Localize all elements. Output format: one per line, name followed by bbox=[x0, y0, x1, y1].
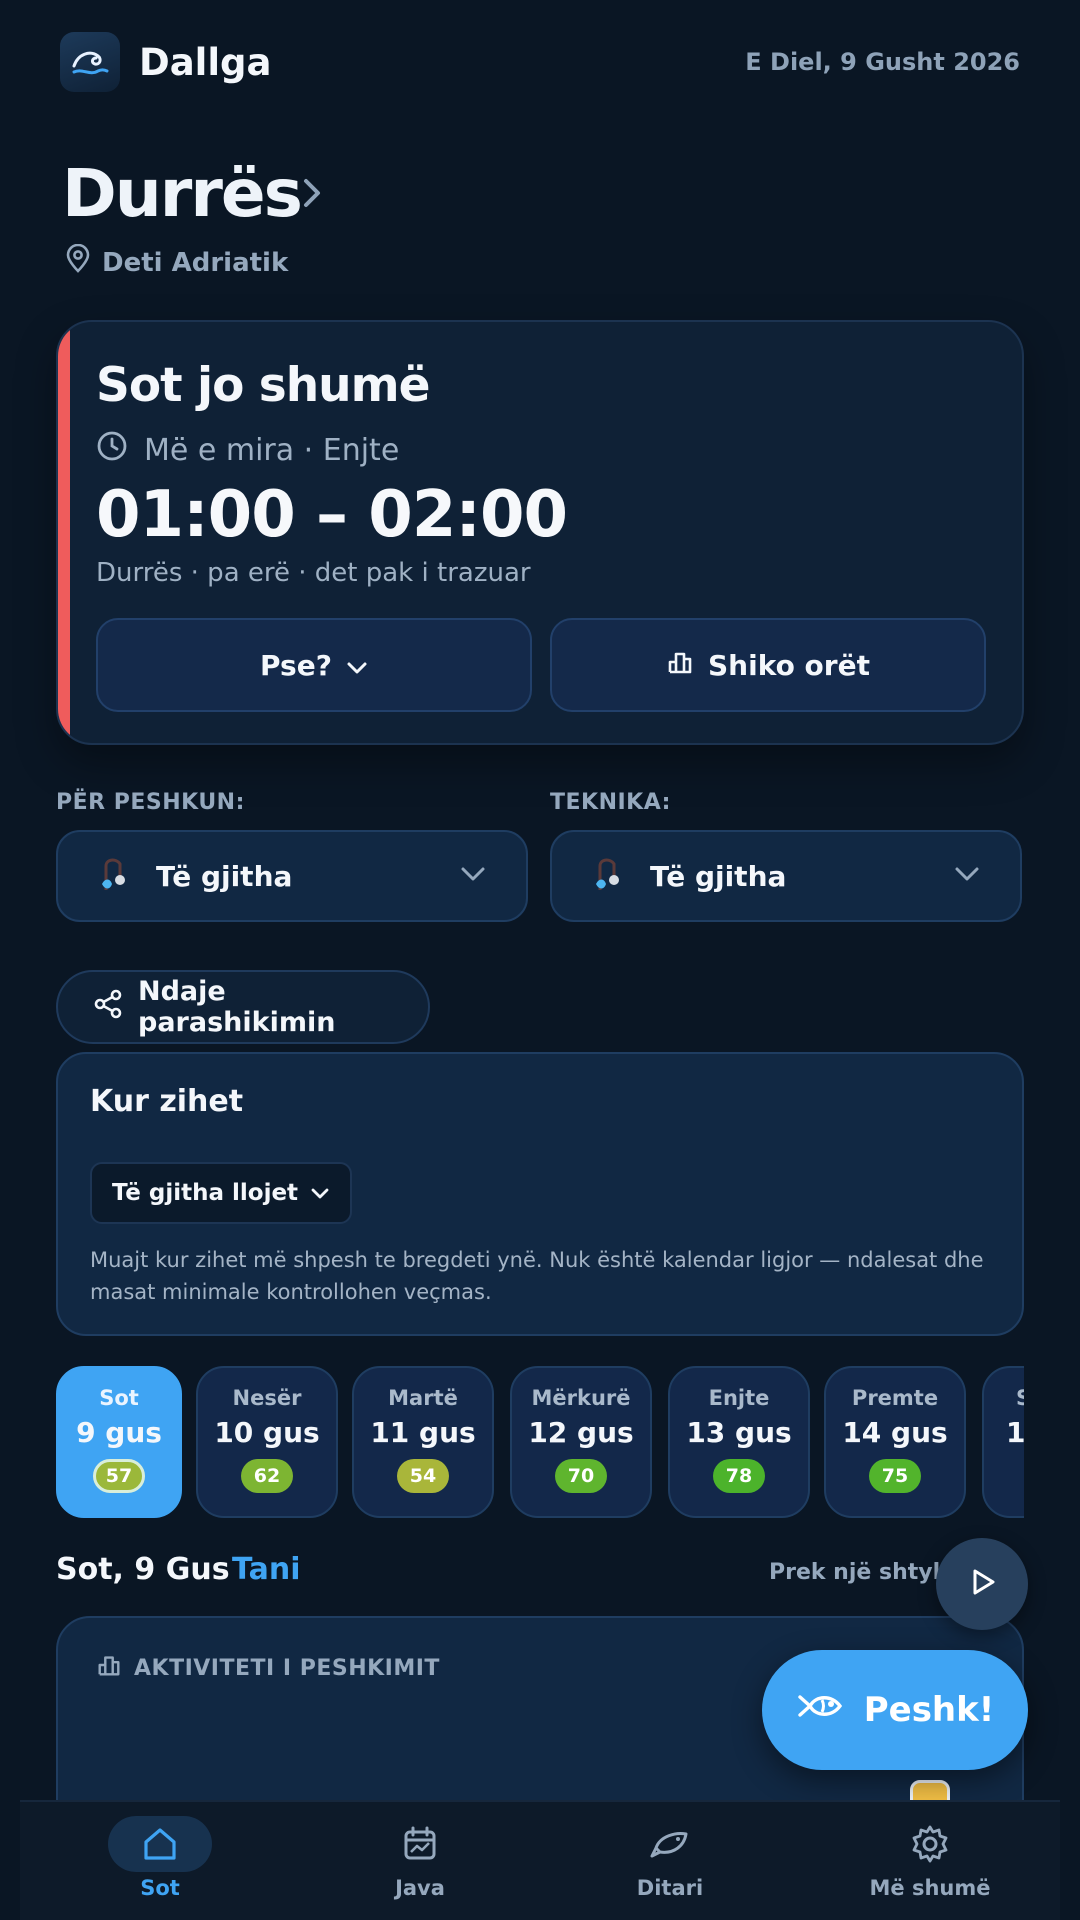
why-button[interactable]: Pse? bbox=[96, 618, 532, 712]
fish-filter-select[interactable]: Të gjitha bbox=[56, 830, 528, 922]
play-button[interactable] bbox=[936, 1538, 1028, 1630]
calendar-icon bbox=[368, 1816, 472, 1872]
nav-item-journal[interactable]: Ditari bbox=[560, 1802, 780, 1920]
technique-filter-select[interactable]: Të gjitha bbox=[550, 830, 1022, 922]
nav-item-week[interactable]: Java bbox=[310, 1802, 530, 1920]
day-score-badge: 54 bbox=[397, 1459, 449, 1493]
forecast-accent-bar bbox=[58, 322, 70, 743]
days-strip: Sot 9 gus 57 Nesër 10 gus 62 Martë 11 gu… bbox=[56, 1366, 1024, 1520]
day-date: 1 bbox=[1006, 1416, 1024, 1449]
season-card: Kur zihet Të gjitha llojet Muajt kur zih… bbox=[56, 1052, 1024, 1336]
day-date: 13 gus bbox=[686, 1416, 792, 1449]
fish-filter-value: Të gjitha bbox=[156, 859, 293, 893]
nav-label: Më shumë bbox=[869, 1876, 991, 1900]
fish-filter-label: PËR PESHKUN: bbox=[56, 790, 245, 815]
day-date: 12 gus bbox=[528, 1416, 634, 1449]
day-name: Martë bbox=[388, 1386, 458, 1410]
season-description: Muajt kur zihet më shpesh te bregdeti yn… bbox=[90, 1248, 984, 1304]
activity-title-row: AKTIVITETI I PESHKIMIT bbox=[96, 1652, 440, 1684]
bottom-navigation: Sot Java Ditari Më shumë bbox=[20, 1800, 1060, 1920]
day-name: Mërkurë bbox=[531, 1386, 631, 1410]
day-date: 10 gus bbox=[214, 1416, 320, 1449]
day-name: Sot bbox=[99, 1386, 139, 1410]
fish-icon bbox=[796, 1689, 846, 1732]
day-card[interactable]: S 1 bbox=[982, 1366, 1024, 1518]
fish-icon bbox=[618, 1816, 722, 1872]
nav-item-more[interactable]: Më shumë bbox=[820, 1802, 1040, 1920]
fab-label: Peshk! bbox=[863, 1690, 995, 1730]
day-name: Nesër bbox=[232, 1386, 302, 1410]
location-subtitle: Deti Adriatik bbox=[64, 243, 289, 281]
chevron-down-icon bbox=[310, 1180, 330, 1206]
day-score-badge: 75 bbox=[869, 1459, 921, 1493]
day-name: Enjte bbox=[708, 1386, 770, 1410]
day-score-badge: 57 bbox=[93, 1459, 145, 1493]
day-name: Premte bbox=[851, 1386, 939, 1410]
day-card[interactable]: Martë 11 gus 54 bbox=[352, 1366, 494, 1518]
day-score-badge: 70 bbox=[555, 1459, 607, 1493]
view-hours-button[interactable]: Shiko orët bbox=[550, 618, 986, 712]
species-dropdown[interactable]: Të gjitha llojet bbox=[90, 1162, 352, 1224]
current-date: E Diel, 9 Gusht 2026 bbox=[745, 48, 1020, 76]
chevron-right-icon[interactable] bbox=[300, 176, 326, 214]
species-dropdown-label: Të gjitha llojet bbox=[111, 1180, 299, 1206]
home-icon bbox=[108, 1816, 212, 1872]
fishing-rod-icon bbox=[592, 854, 626, 898]
share-forecast-button[interactable]: Ndaje parashikimin bbox=[56, 970, 430, 1044]
day-card[interactable]: Premte 14 gus 75 bbox=[824, 1366, 966, 1518]
day-card[interactable]: Enjte 13 gus 78 bbox=[668, 1366, 810, 1518]
day-card-today[interactable]: Sot 9 gus 57 bbox=[56, 1366, 182, 1518]
bar-chart-icon bbox=[666, 648, 694, 683]
activity-title: AKTIVITETI I PESHKIMIT bbox=[134, 1655, 440, 1681]
forecast-conditions: Durrës · pa erë · det pak i trazuar bbox=[96, 558, 531, 588]
location-sea-label: Deti Adriatik bbox=[102, 247, 289, 278]
app-logo-icon bbox=[60, 32, 120, 92]
nav-label: Sot bbox=[140, 1876, 180, 1900]
day-date: 11 gus bbox=[370, 1416, 476, 1449]
forecast-title: Sot jo shumë bbox=[96, 358, 430, 413]
chevron-down-icon bbox=[954, 866, 980, 886]
best-time-row: Më e mira · Enjte bbox=[96, 430, 399, 470]
view-hours-label: Shiko orët bbox=[708, 648, 870, 682]
day-score-badge: 78 bbox=[713, 1459, 765, 1493]
now-link[interactable]: Tani bbox=[232, 1552, 300, 1587]
clock-icon bbox=[96, 430, 128, 470]
best-time-range: 01:00 – 02:00 bbox=[96, 478, 568, 552]
play-icon bbox=[965, 1565, 999, 1603]
log-catch-fab[interactable]: Peshk! bbox=[762, 1650, 1028, 1770]
technique-filter-value: Të gjitha bbox=[650, 859, 787, 893]
share-label: Ndaje parashikimin bbox=[138, 976, 336, 1038]
chevron-down-icon bbox=[346, 649, 368, 682]
location-pin-icon bbox=[64, 243, 92, 281]
nav-item-today[interactable]: Sot bbox=[50, 1802, 270, 1920]
app-name: Dallga bbox=[139, 41, 272, 84]
season-title: Kur zihet bbox=[90, 1084, 244, 1119]
location-title[interactable]: Durrës bbox=[62, 152, 303, 236]
best-time-label: Më e mira · Enjte bbox=[144, 432, 400, 468]
technique-filter-label: TEKNIKA: bbox=[550, 790, 671, 815]
tap-bar-hint: Prek një shtyllë bbox=[769, 1560, 963, 1585]
gear-icon bbox=[878, 1816, 982, 1872]
share-icon bbox=[92, 988, 124, 1027]
chevron-down-icon bbox=[460, 866, 486, 886]
nav-label: Java bbox=[395, 1876, 445, 1900]
why-button-label: Pse? bbox=[260, 648, 332, 682]
selected-day-title: Sot, 9 Gus bbox=[56, 1552, 230, 1587]
day-name: S bbox=[1016, 1386, 1024, 1410]
day-card[interactable]: Nesër 10 gus 62 bbox=[196, 1366, 338, 1518]
day-date: 14 gus bbox=[842, 1416, 948, 1449]
fishing-rod-icon bbox=[98, 854, 132, 898]
nav-label: Ditari bbox=[636, 1876, 704, 1900]
bar-chart-icon bbox=[96, 1652, 122, 1684]
day-score-badge: 62 bbox=[241, 1459, 293, 1493]
day-date: 9 gus bbox=[76, 1416, 162, 1449]
day-card[interactable]: Mërkurë 12 gus 70 bbox=[510, 1366, 652, 1518]
forecast-card: Sot jo shumë Më e mira · Enjte 01:00 – 0… bbox=[56, 320, 1024, 745]
